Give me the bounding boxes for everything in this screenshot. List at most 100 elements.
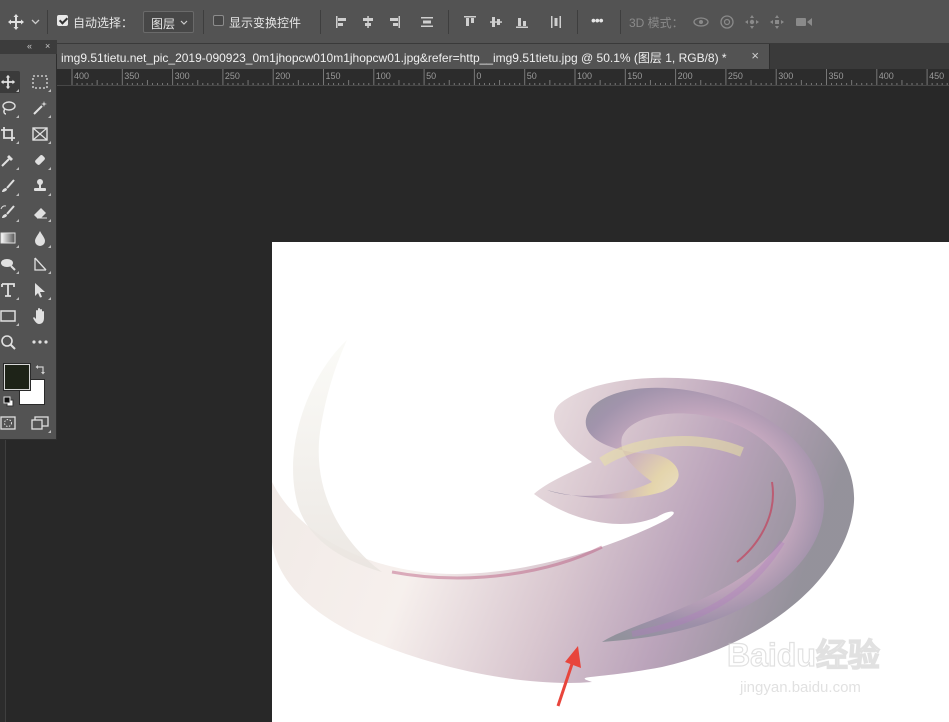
rectangular-marquee-icon (32, 75, 48, 89)
show-transform-checkbox[interactable] (213, 15, 224, 26)
align-bottom-edges-icon[interactable] (514, 12, 530, 32)
screen-mode-button[interactable] (28, 412, 52, 434)
show-transform-label: 显示变换控件 (229, 16, 302, 30)
dodge-icon (1, 259, 16, 271)
gradient-tool-button[interactable] (0, 227, 20, 249)
crop-icon (1, 127, 15, 141)
history-brush-tool-button[interactable] (0, 201, 20, 223)
hand-icon (33, 308, 44, 324)
default-colors-icon[interactable] (3, 394, 14, 412)
scale-3d-camera-icon[interactable] (794, 12, 814, 32)
swirl-artwork: Baidu经验 jingyan.baidu.com (272, 340, 881, 707)
align-vertical-centers-icon[interactable] (488, 12, 504, 32)
ruler-label: 150 (325, 71, 341, 81)
document-canvas[interactable]: Baidu经验 jingyan.baidu.com (272, 242, 949, 722)
ruler-label: 200 (275, 71, 291, 81)
ruler-label: 300 (174, 71, 190, 81)
document-tab[interactable]: img9.51tietu.net_pic_2019-090923_0m1jhop… (57, 44, 770, 69)
collapse-panel-button[interactable]: « (27, 41, 32, 51)
baidu-watermark: Baidu经验 jingyan.baidu.com (726, 636, 880, 696)
move-tool-icon[interactable] (6, 12, 26, 32)
document-tab-title: img9.51tietu.net_pic_2019-090923_0m1jhop… (61, 51, 727, 65)
watermark-brand: Baidu经验 (727, 637, 880, 673)
ruler-ticks (71, 69, 948, 85)
dodge-tool-button[interactable] (0, 253, 20, 275)
ruler-label: 100 (375, 71, 391, 81)
swap-colors-icon[interactable] (35, 362, 45, 380)
eraser-tool-button[interactable] (28, 201, 52, 223)
healing-brush-tool-button[interactable] (28, 149, 52, 171)
align-right-edges-icon[interactable] (386, 12, 402, 32)
type-tool-button[interactable] (0, 279, 20, 301)
magnifier-icon (1, 335, 16, 350)
distribute-vertical-icon[interactable] (419, 12, 435, 32)
eyedropper-tool-button[interactable] (0, 149, 20, 171)
direct-selection-tool-button[interactable] (28, 279, 52, 301)
ruler-label: 100 (577, 71, 593, 81)
divider (620, 10, 621, 34)
divider (203, 10, 204, 34)
auto-select-checkbox[interactable] (57, 15, 68, 26)
type-icon (1, 283, 15, 297)
rectangle-tool-button[interactable] (0, 305, 20, 327)
divider (47, 10, 48, 34)
3d-mode-label: 3D 模式： (629, 16, 684, 30)
close-tab-button[interactable]: × (751, 48, 759, 63)
lasso-icon (2, 101, 16, 115)
clone-stamp-tool-button[interactable] (28, 175, 52, 197)
tool-preset-dropdown-icon[interactable] (29, 12, 41, 32)
quick-mask-button[interactable] (0, 412, 20, 434)
orbit-3d-camera-icon[interactable] (691, 12, 711, 32)
hand-tool-button[interactable] (28, 305, 52, 327)
move-icon (0, 74, 16, 90)
stamp-icon (34, 179, 46, 191)
ruler-label: 0 (476, 71, 482, 81)
horizontal-ruler[interactable]: 400 350 300 250 200 150 100 50 0 50 100 150 200 250 30… (57, 69, 949, 86)
brush-tool-button[interactable] (0, 175, 20, 197)
ruler-label: 400 (878, 71, 894, 81)
magic-wand-tool-button[interactable] (28, 97, 52, 119)
ruler-label: 50 (426, 71, 437, 81)
align-top-edges-icon[interactable] (462, 12, 478, 32)
tools-panel: « × (0, 40, 57, 440)
divider (320, 10, 321, 34)
roll-3d-camera-icon[interactable] (718, 12, 736, 32)
frame-tool-button[interactable] (28, 123, 52, 145)
auto-select-label: 自动选择： (73, 16, 134, 30)
layer-select-value: 图层 (151, 17, 176, 31)
ruler-label: 250 (727, 71, 743, 81)
blur-tool-button[interactable] (28, 227, 52, 249)
pen-tool-button[interactable] (28, 253, 52, 275)
band-aid-icon (35, 155, 45, 165)
crop-tool-button[interactable] (0, 123, 20, 145)
rectangle-icon (0, 310, 16, 322)
align-left-edges-icon[interactable] (334, 12, 350, 32)
align-horizontal-centers-icon[interactable] (360, 12, 376, 32)
edit-toolbar-button[interactable] (28, 331, 52, 353)
move-tool-button[interactable] (0, 71, 20, 93)
history-brush-icon (0, 205, 15, 218)
pan-3d-camera-icon[interactable] (743, 12, 761, 32)
magic-wand-icon (33, 101, 47, 115)
eyedropper-icon (1, 155, 13, 167)
foreground-color-swatch[interactable] (4, 364, 30, 390)
close-panel-button[interactable]: × (45, 41, 50, 51)
ruler-label: 350 (124, 71, 140, 81)
more-options-button[interactable]: ••• (591, 12, 604, 28)
distribute-horizontal-icon[interactable] (548, 12, 564, 32)
ruler-label: 50 (526, 71, 537, 81)
layer-select[interactable]: 图层 (143, 11, 194, 33)
screen-mode-icon (31, 416, 49, 430)
lasso-tool-button[interactable] (0, 97, 20, 119)
path-selection-icon (34, 257, 47, 271)
ruler-label: 150 (627, 71, 643, 81)
droplet-icon (35, 231, 45, 246)
frame-icon (32, 127, 48, 141)
ruler-label: 250 (224, 71, 240, 81)
ruler-label: 400 (74, 71, 90, 81)
marquee-tool-button[interactable] (28, 71, 52, 93)
slide-3d-camera-icon[interactable] (768, 12, 786, 32)
brush-icon (2, 179, 15, 192)
ellipsis-icon (32, 340, 48, 344)
zoom-tool-button[interactable] (0, 331, 20, 353)
